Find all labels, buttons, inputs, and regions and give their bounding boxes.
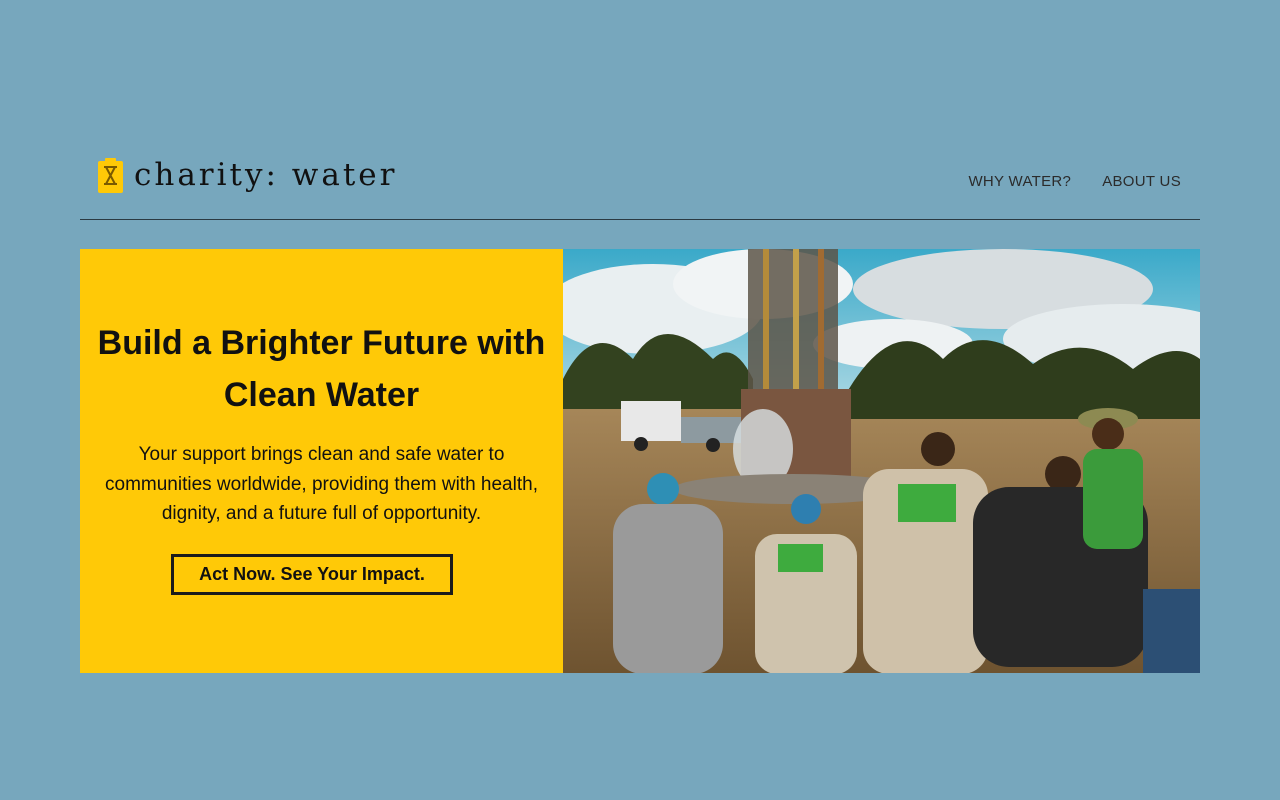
site-header: charity: water WHY WATER? ABOUT US: [80, 150, 1200, 220]
hero-image: [563, 249, 1200, 673]
logo[interactable]: charity: water: [98, 158, 397, 193]
act-now-button[interactable]: Act Now. See Your Impact.: [171, 554, 453, 595]
jerrycan-icon: [98, 158, 123, 193]
main-nav: WHY WATER? ABOUT US: [968, 173, 1181, 190]
hero-section: Build a Brighter Future with Clean Water…: [80, 249, 1200, 673]
brand-name: charity: water: [134, 157, 398, 193]
nav-link-about-us[interactable]: ABOUT US: [1102, 173, 1181, 190]
hero-headline: Build a Brighter Future with Clean Water: [97, 324, 546, 414]
hero-description: Your support brings clean and safe water…: [105, 444, 538, 524]
hero-text-panel: Build a Brighter Future with Clean Water…: [80, 249, 563, 673]
nav-link-why-water[interactable]: WHY WATER?: [968, 173, 1071, 190]
drilling-site-photo: [563, 249, 1200, 673]
